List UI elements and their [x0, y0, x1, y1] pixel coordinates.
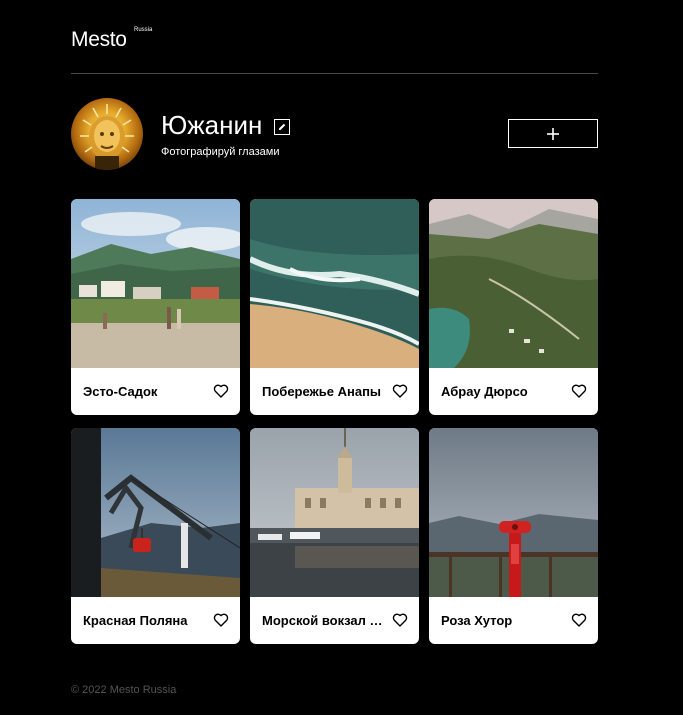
heart-icon[interactable]	[213, 383, 229, 399]
card-image[interactable]	[71, 199, 240, 368]
card-image[interactable]	[250, 199, 419, 368]
cards-grid: Эсто-Садок Побережье Анапы Абрау Дюрсо К…	[71, 199, 598, 644]
card-image[interactable]	[429, 199, 598, 368]
card: Абрау Дюрсо	[429, 199, 598, 415]
avatar[interactable]	[71, 98, 143, 170]
logo-superscript: Russia	[134, 27, 153, 33]
card-title: Побережье Анапы	[262, 384, 382, 399]
card-image[interactable]	[429, 428, 598, 597]
card-footer: Роза Хутор	[429, 597, 598, 644]
heart-icon[interactable]	[571, 383, 587, 399]
pencil-icon	[279, 123, 286, 130]
card-title: Красная Поляна	[83, 613, 188, 628]
heart-icon[interactable]	[392, 383, 408, 399]
profile: Южанин Фотографируй глазами	[71, 74, 598, 200]
logo[interactable]: Mesto	[71, 28, 127, 52]
profile-name-row: Южанин	[161, 110, 291, 140]
profile-about: Фотографируй глазами	[161, 146, 280, 158]
card-title: Роза Хутор	[441, 613, 513, 628]
card-title: Эсто-Садок	[83, 384, 158, 399]
card-title: Абрау Дюрсо	[441, 384, 528, 399]
card-title: Морской вокзал Сочи	[262, 613, 388, 628]
card: Эсто-Садок	[71, 199, 240, 415]
card-footer: Абрау Дюрсо	[429, 368, 598, 415]
edit-profile-button[interactable]	[274, 118, 291, 135]
card: Роза Хутор	[429, 428, 598, 644]
card-footer: Побережье Анапы	[250, 368, 419, 415]
heart-icon[interactable]	[392, 612, 408, 628]
heart-icon[interactable]	[571, 612, 587, 628]
card: Красная Поляна	[71, 428, 240, 644]
heart-icon[interactable]	[213, 612, 229, 628]
add-card-button[interactable]	[508, 119, 598, 148]
copyright: © 2022 Mesto Russia	[71, 684, 177, 696]
card: Морской вокзал Сочи	[250, 428, 419, 644]
avatar-image	[80, 104, 134, 170]
plus-icon	[547, 127, 559, 140]
card-image[interactable]	[250, 428, 419, 597]
footer: © 2022 Mesto Russia	[71, 684, 176, 696]
card-footer: Эсто-Садок	[71, 368, 240, 415]
card-footer: Красная Поляна	[71, 597, 240, 644]
header: Mesto Russia	[71, 0, 598, 74]
page: Mesto Russia Южанин Фотографируй глазами…	[71, 0, 598, 644]
card-footer: Морской вокзал Сочи	[250, 597, 419, 644]
card: Побережье Анапы	[250, 199, 419, 415]
card-image[interactable]	[71, 428, 240, 597]
profile-name: Южанин	[161, 110, 263, 140]
